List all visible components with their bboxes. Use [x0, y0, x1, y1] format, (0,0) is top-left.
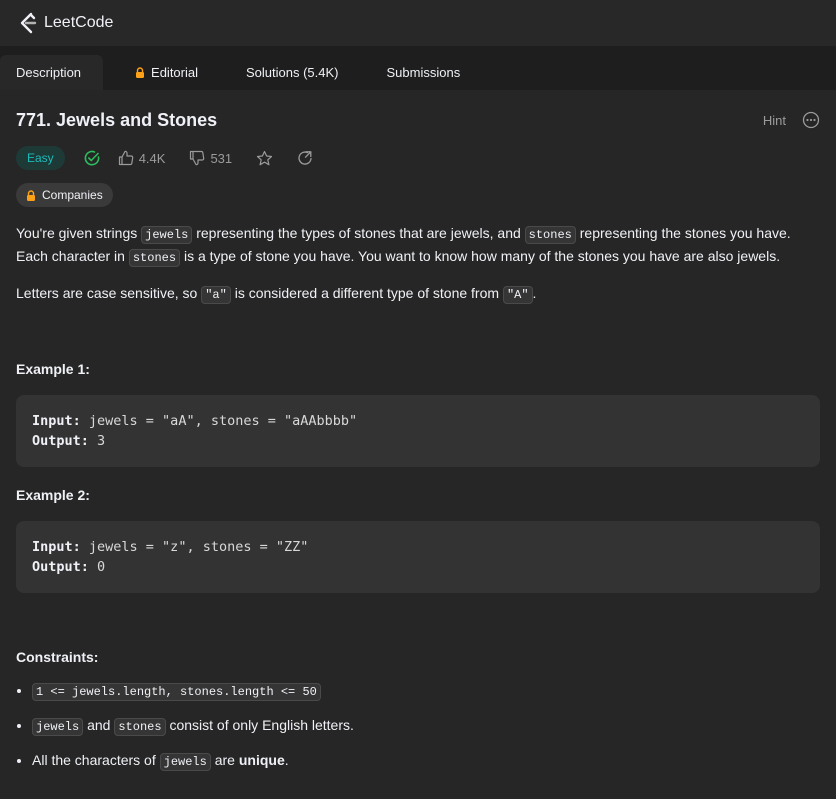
- companies-button[interactable]: Companies: [16, 183, 113, 207]
- inline-code: stones: [524, 226, 576, 244]
- tab-bar: Description Editorial Solutions (5.4K) S…: [0, 46, 836, 90]
- inline-code: stones: [114, 718, 166, 736]
- lock-icon: [27, 189, 35, 201]
- more-options-icon[interactable]: [802, 111, 820, 129]
- example-2-box: Input: jewels = "z", stones = "ZZ" Outpu…: [16, 521, 820, 593]
- tab-editorial-label: Editorial: [151, 65, 198, 80]
- solved-status: [83, 149, 101, 167]
- tab-editorial[interactable]: Editorial: [119, 55, 214, 90]
- constraints-list: 1 <= jewels.length, stones.length <= 50 …: [16, 679, 820, 773]
- like-count: 4.4K: [138, 150, 166, 166]
- inline-code: jewels: [32, 718, 84, 736]
- inline-code: "A": [502, 286, 533, 304]
- share-button[interactable]: [297, 150, 313, 166]
- constraints-title: Constraints:: [16, 649, 99, 665]
- tab-solutions[interactable]: Solutions (5.4K): [230, 55, 355, 90]
- list-item: 1 <= jewels.length, stones.length <= 50: [32, 679, 820, 703]
- example-1-box: Input: jewels = "aA", stones = "aAAbbbb"…: [16, 395, 820, 467]
- difficulty-badge: Easy: [16, 146, 65, 170]
- favorite-button[interactable]: [256, 150, 273, 167]
- companies-label: Companies: [42, 188, 103, 202]
- inline-code: stones: [128, 249, 181, 267]
- description-paragraph-1: You're given strings jewels representing…: [16, 225, 791, 267]
- tab-submissions[interactable]: Submissions: [371, 55, 477, 90]
- inline-code: "a": [201, 286, 231, 304]
- example-2-title: Example 2:: [16, 487, 90, 503]
- logo-text: LeetCode: [44, 14, 114, 31]
- inline-code: jewels: [141, 226, 193, 244]
- inline-code: jewels: [159, 753, 211, 771]
- list-item: All the characters of jewels are unique.: [32, 749, 820, 773]
- thumbs-up-icon: [118, 150, 133, 166]
- hint-button[interactable]: Hint: [763, 113, 786, 128]
- share-icon: [298, 151, 312, 165]
- star-icon: [257, 150, 273, 165]
- example-1-title: Example 1:: [16, 361, 90, 377]
- thumbs-down-icon: [190, 150, 205, 166]
- tab-description-label: Description: [16, 65, 82, 80]
- leetcode-logo[interactable]: LeetCode: [18, 12, 113, 34]
- leetcode-logo-icon: [20, 12, 37, 34]
- lock-icon: [136, 67, 145, 78]
- problem-title: 771. Jewels and Stones: [16, 109, 218, 130]
- list-item: jewels and stones consist of only Englis…: [32, 714, 820, 738]
- tab-submissions-label: Submissions: [386, 65, 461, 80]
- dislike-count: 531: [210, 150, 233, 166]
- dislike-button[interactable]: 531: [189, 150, 232, 166]
- tab-solutions-label: Solutions (5.4K): [246, 65, 339, 80]
- top-bar: LeetCode: [0, 0, 836, 46]
- description-paragraph-2: Letters are case sensitive, so "a" is co…: [16, 285, 537, 304]
- check-circle-icon: [84, 150, 100, 166]
- problem-description: 771. Jewels and Stones Hint Easy 4.4K 53…: [0, 108, 836, 773]
- like-button[interactable]: 4.4K: [118, 150, 166, 166]
- tab-description[interactable]: Description: [0, 55, 104, 90]
- inline-code: 1 <= jewels.length, stones.length <= 50: [32, 683, 321, 701]
